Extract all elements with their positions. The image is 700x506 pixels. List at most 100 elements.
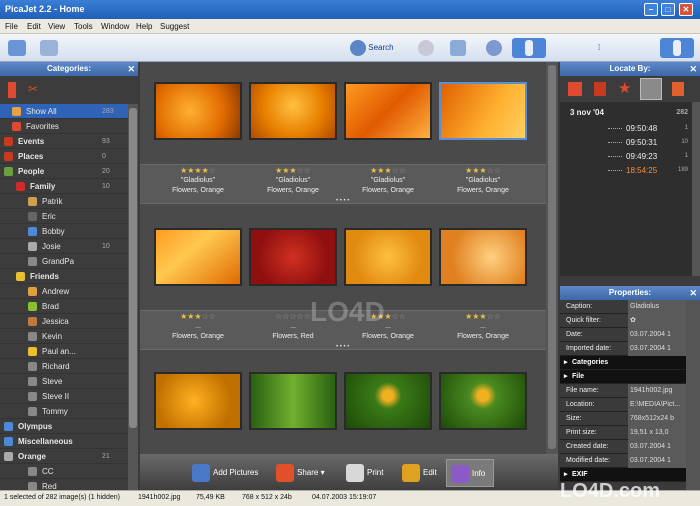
property-value[interactable]: 768x512x24 b — [628, 412, 686, 426]
globe-button[interactable] — [486, 38, 502, 58]
add-pictures-button[interactable]: Add Pictures — [192, 462, 258, 484]
thumbnail[interactable] — [154, 228, 242, 286]
brush-filter-icon[interactable] — [640, 78, 662, 100]
thumbnail[interactable] — [249, 228, 337, 286]
edit-button[interactable]: Edit — [402, 462, 437, 484]
category-item[interactable]: Orange 21 — [0, 449, 128, 464]
close-button[interactable]: ✕ — [679, 3, 693, 16]
thumbnail[interactable] — [154, 82, 242, 140]
category-item[interactable]: Eric — [0, 209, 128, 224]
menu-window[interactable]: Window — [101, 22, 129, 31]
date-group[interactable]: 3 nov '04 282 — [560, 106, 692, 119]
menu-edit[interactable]: Edit — [27, 22, 41, 31]
category-item[interactable]: Olympus — [0, 419, 128, 434]
category-item[interactable]: Brad — [0, 299, 128, 314]
scrollbar-thumb[interactable] — [129, 108, 137, 428]
star-icon[interactable]: ★ — [618, 79, 631, 97]
thumbnail[interactable] — [154, 372, 242, 430]
category-item[interactable]: Steve — [0, 374, 128, 389]
category-item[interactable]: Family 10 — [0, 179, 128, 194]
rating-stars[interactable]: ★★★★☆ — [150, 166, 246, 176]
minimize-button[interactable]: – — [644, 3, 658, 16]
category-item[interactable]: Friends — [0, 269, 128, 284]
property-value[interactable]: 03.07.2004 1 — [628, 454, 686, 468]
property-value[interactable]: Gladiolus — [628, 300, 686, 314]
category-item[interactable]: People 20 — [0, 164, 128, 179]
category-item[interactable]: Josie 10 — [0, 239, 128, 254]
folder-icon[interactable] — [594, 82, 606, 96]
time-item[interactable]: 18:54:25 189 — [560, 164, 692, 177]
category-item[interactable]: Tommy — [0, 404, 128, 419]
category-item[interactable]: Jessica — [0, 314, 128, 329]
categories-scrollbar[interactable] — [128, 104, 138, 490]
cd-button[interactable] — [418, 38, 434, 58]
thumbnail[interactable] — [439, 228, 527, 286]
thumbnail[interactable] — [249, 372, 337, 430]
scrollbar-thumb[interactable] — [548, 65, 556, 449]
menu-view[interactable]: View — [48, 22, 65, 31]
view-image-button[interactable] — [450, 38, 466, 58]
panel-toggle-right-button[interactable] — [660, 38, 694, 58]
category-item[interactable]: Show All 283 — [0, 104, 128, 119]
time-item[interactable]: 09:50:48 1 — [560, 122, 692, 135]
maximize-button[interactable]: □ — [661, 3, 675, 16]
property-value[interactable]: ✿ — [628, 314, 686, 328]
category-item[interactable]: Events 93 — [0, 134, 128, 149]
property-value[interactable]: 1941h002.jpg — [628, 384, 686, 398]
property-value[interactable]: E:\MEDIA\Pict... — [628, 398, 686, 412]
close-properties-icon[interactable]: ✕ — [689, 286, 697, 300]
back-button[interactable] — [8, 38, 26, 58]
locate-scrollbar[interactable] — [692, 102, 700, 276]
time-item[interactable]: 09:50:31 10 — [560, 136, 692, 149]
section-categories[interactable]: ▸ Categories — [560, 356, 686, 370]
rating-stars[interactable]: ★★★☆☆ — [150, 312, 246, 322]
menu-file[interactable]: File — [5, 22, 18, 31]
thumbnail[interactable] — [344, 372, 432, 430]
category-item[interactable]: Paul an... — [0, 344, 128, 359]
section-file[interactable]: ▸ File — [560, 370, 686, 384]
property-value[interactable]: 19,51 x 13,0 — [628, 426, 686, 440]
close-locate-icon[interactable]: ✕ — [689, 62, 697, 76]
category-item[interactable]: Bobby — [0, 224, 128, 239]
thumbnail[interactable] — [344, 82, 432, 140]
thumbnail[interactable] — [439, 372, 527, 430]
category-item[interactable]: Patrik — [0, 194, 128, 209]
share-button[interactable]: Share ▾ — [276, 462, 325, 484]
forward-button[interactable] — [40, 38, 58, 58]
category-item[interactable]: Favorites — [0, 119, 128, 134]
category-item[interactable]: Steve II — [0, 389, 128, 404]
book-filter-icon[interactable] — [672, 82, 684, 96]
rating-stars[interactable]: ★★★☆☆ — [340, 166, 436, 176]
property-value[interactable]: 03.07.2004 1 — [628, 440, 686, 454]
menu-suggest[interactable]: Suggest — [160, 22, 189, 31]
close-panel-icon[interactable]: ✕ — [127, 62, 135, 76]
panel-toggle-button[interactable] — [512, 38, 546, 58]
rating-stars[interactable]: ★★★☆☆ — [435, 166, 531, 176]
property-key: Date: — [566, 331, 583, 338]
category-item[interactable]: GrandPa — [0, 254, 128, 269]
rating-stars[interactable]: ★★★☆☆ — [435, 312, 531, 322]
thumbnail-selected[interactable] — [439, 82, 527, 140]
thumbnail[interactable] — [249, 82, 337, 140]
info-button[interactable]: Info — [446, 459, 494, 487]
category-item[interactable]: Miscellaneous — [0, 434, 128, 449]
category-item[interactable]: CC — [0, 464, 128, 479]
thumbnail[interactable] — [344, 228, 432, 286]
properties-scrollbar[interactable] — [686, 300, 700, 490]
category-item[interactable]: Kevin — [0, 329, 128, 344]
time-item[interactable]: 09:49:23 1 — [560, 150, 692, 163]
scissors-icon[interactable]: ✂ — [28, 82, 38, 96]
menu-tools[interactable]: Tools — [74, 22, 93, 31]
menu-help[interactable]: Help — [136, 22, 152, 31]
property-value[interactable]: 03.07.2004 1 — [628, 342, 686, 356]
rating-stars[interactable]: ★★★☆☆ — [245, 166, 341, 176]
category-item[interactable]: Places 0 — [0, 149, 128, 164]
calendar-icon[interactable] — [568, 82, 582, 96]
category-item[interactable]: Andrew — [0, 284, 128, 299]
property-value[interactable]: 03.07.2004 1 — [628, 328, 686, 342]
grid-scrollbar[interactable] — [546, 62, 558, 454]
category-item[interactable]: Richard — [0, 359, 128, 374]
book-icon[interactable] — [8, 82, 16, 98]
search-button[interactable]: Search — [350, 38, 394, 58]
print-button[interactable]: Print — [346, 462, 383, 484]
